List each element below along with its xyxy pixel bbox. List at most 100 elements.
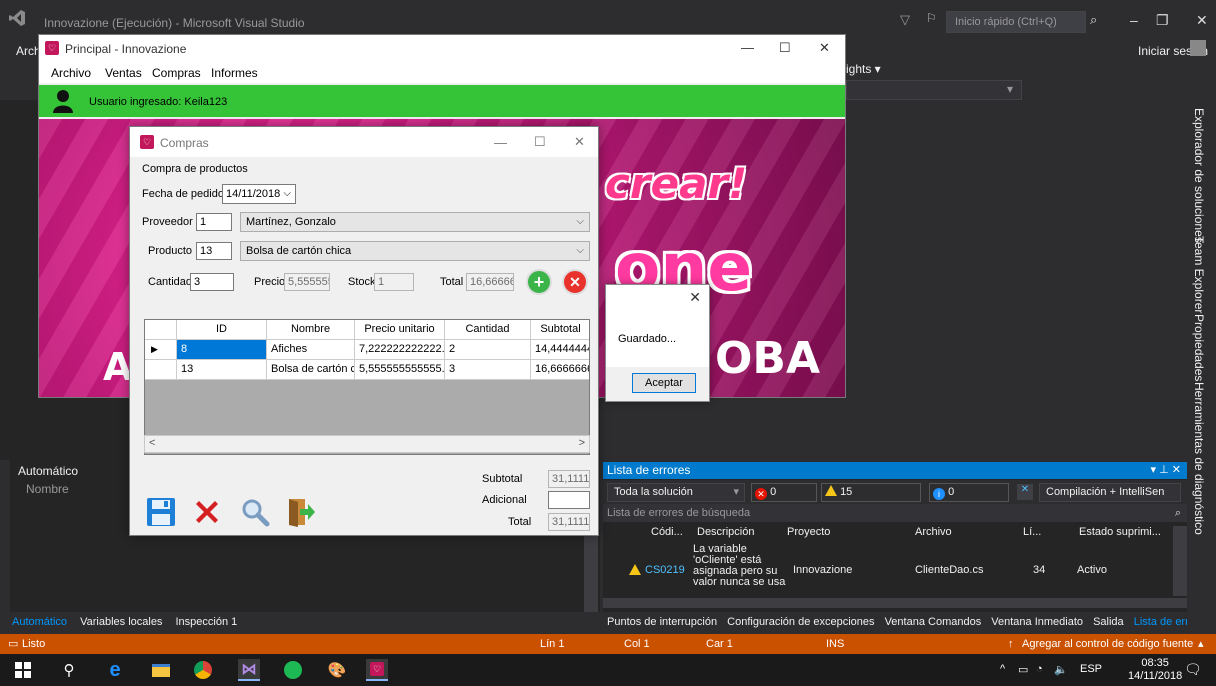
- adicional-input[interactable]: [548, 491, 590, 509]
- close-icon[interactable]: ✕: [689, 289, 701, 306]
- filter-icon[interactable]: ▽: [900, 12, 910, 28]
- tab-solution-explorer[interactable]: Explorador de soluciones: [1192, 108, 1206, 243]
- minimize-icon[interactable]: —: [741, 40, 754, 55]
- cantidad-input[interactable]: 3: [190, 273, 234, 291]
- close-icon[interactable]: ✕: [574, 134, 585, 150]
- battery-icon[interactable]: ▭: [1018, 663, 1028, 676]
- minimize-icon[interactable]: —: [494, 135, 507, 150]
- errors-filter-button[interactable]: ✕ 0 Errores: [751, 483, 817, 515]
- add-item-button[interactable]: +: [526, 269, 552, 295]
- dropdown-icon[interactable]: ▾: [1151, 464, 1157, 476]
- language-indicator[interactable]: ESP: [1080, 663, 1102, 675]
- close-icon[interactable]: ✕: [819, 40, 830, 56]
- tab-exception-settings[interactable]: Configuración de excepciones: [727, 616, 874, 628]
- error-list-search-input[interactable]: Lista de errores de búsqueda ⌕: [603, 504, 1187, 522]
- col-code[interactable]: Códi...: [651, 526, 683, 538]
- close-icon[interactable]: ✕: [1196, 12, 1208, 29]
- col-suppression-state[interactable]: Estado suprimi...: [1079, 526, 1161, 538]
- producto-id-input[interactable]: 13: [196, 242, 232, 260]
- scroll-left-icon[interactable]: <: [149, 437, 155, 449]
- tab-watch-1[interactable]: Inspección 1: [176, 616, 238, 628]
- error-list-panel: Lista de errores ▾ ⊥ ✕ Toda la solución ▾…: [603, 462, 1187, 612]
- tab-output[interactable]: Salida: [1093, 616, 1124, 628]
- paint-icon[interactable]: 🎨: [326, 659, 348, 681]
- tab-properties[interactable]: Propiedades: [1192, 314, 1206, 381]
- proveedor-select[interactable]: Martínez, Gonzalo ⌵: [240, 212, 590, 232]
- chevron-down-icon: ▾: [1006, 82, 1013, 96]
- clear-filter-icon[interactable]: ✕: [1017, 484, 1033, 500]
- error-code-link[interactable]: CS0219: [645, 564, 685, 576]
- cancel-button[interactable]: [190, 495, 224, 529]
- col-file[interactable]: Archivo: [915, 526, 952, 538]
- error-list-hscrollbar[interactable]: [603, 598, 1187, 608]
- warnings-filter-button[interactable]: 15 Advertencias: [821, 483, 921, 515]
- scroll-right-icon[interactable]: >: [579, 437, 585, 449]
- status-char: Car 1: [706, 638, 733, 650]
- grid-col-subtotal[interactable]: Subtotal: [531, 320, 589, 340]
- tab-team-explorer[interactable]: Team Explorer: [1192, 236, 1206, 313]
- tab-breakpoints[interactable]: Puntos de interrupción: [607, 616, 717, 628]
- chevron-up-icon[interactable]: ^: [1000, 663, 1005, 675]
- grid-col-id[interactable]: ID: [177, 320, 267, 340]
- col-project[interactable]: Proyecto: [787, 526, 830, 538]
- tab-error-list[interactable]: Lista de errores: [1134, 616, 1187, 628]
- tab-locals[interactable]: Variables locales: [80, 616, 162, 628]
- menu-archivo[interactable]: Archivo: [51, 66, 91, 80]
- search-icon[interactable]: ⌕: [1090, 12, 1097, 28]
- minimize-icon[interactable]: –: [1130, 12, 1138, 28]
- spotify-icon[interactable]: [282, 659, 304, 681]
- accept-button[interactable]: Aceptar: [632, 373, 696, 393]
- restore-icon[interactable]: ❐: [1156, 12, 1169, 29]
- tab-immediate-window[interactable]: Ventana Inmediato: [991, 616, 1083, 628]
- chevron-up-icon[interactable]: ▴: [1198, 634, 1204, 654]
- close-icon[interactable]: ✕: [1172, 464, 1181, 476]
- menu-informes[interactable]: Informes: [211, 66, 258, 80]
- notifications-icon[interactable]: 🗨: [1184, 661, 1202, 678]
- vs-menu-archivo-fragment[interactable]: Arch: [16, 44, 41, 58]
- quick-launch-input[interactable]: Inicio rápido (Ctrl+Q): [946, 11, 1086, 33]
- search-button[interactable]: [238, 495, 272, 529]
- table-row[interactable]: CS0219 La variable 'oCliente' está asign…: [603, 544, 1173, 594]
- fecha-datepicker[interactable]: 14/11/2018 ⌵: [222, 184, 296, 204]
- innovazione-app-icon[interactable]: ♡: [366, 659, 388, 681]
- taskbar-clock[interactable]: 08:35 14/11/2018: [1128, 657, 1182, 683]
- vs-toolbar-insights-fragment[interactable]: sights ▾: [840, 62, 881, 76]
- scope-select[interactable]: Toda la solución ▾: [607, 483, 745, 502]
- menu-compras[interactable]: Compras: [152, 66, 201, 80]
- tab-command-window[interactable]: Ventana Comandos: [885, 616, 982, 628]
- grid-col-precio[interactable]: Precio unitario: [355, 320, 445, 340]
- account-avatar-icon[interactable]: [1190, 40, 1206, 56]
- menu-ventas[interactable]: Ventas: [105, 66, 142, 80]
- search-icon[interactable]: ⚲: [58, 659, 80, 681]
- proveedor-id-input[interactable]: 1: [196, 213, 232, 231]
- maximize-icon[interactable]: ☐: [779, 40, 791, 56]
- vs-toolbar-combo[interactable]: ▾: [846, 80, 1022, 100]
- wifi-icon[interactable]: ◔: [1036, 663, 1043, 675]
- build-filter-select[interactable]: Compilación + IntelliSen: [1039, 483, 1181, 502]
- col-description[interactable]: Descripción: [697, 526, 754, 538]
- maximize-icon[interactable]: ☐: [534, 134, 546, 150]
- file-explorer-icon[interactable]: [150, 659, 172, 681]
- volume-icon[interactable]: 🔈: [1054, 663, 1068, 676]
- producto-select[interactable]: Bolsa de cartón chica ⌵: [240, 241, 590, 261]
- chrome-icon[interactable]: [192, 659, 214, 681]
- exit-button[interactable]: [284, 495, 318, 529]
- messages-filter-button[interactable]: i 0 Mensajes: [929, 483, 1009, 515]
- pin-icon[interactable]: ⊥: [1159, 464, 1169, 476]
- search-icon[interactable]: ⌕: [1175, 504, 1181, 522]
- save-button[interactable]: [144, 495, 178, 529]
- tab-diagnostic-tools[interactable]: Herramientas de diagnóstico: [1192, 382, 1206, 535]
- visual-studio-icon[interactable]: ⋈: [238, 659, 260, 681]
- edge-browser-icon[interactable]: e: [104, 659, 126, 681]
- error-list-vscrollbar[interactable]: [1173, 526, 1187, 596]
- feedback-icon[interactable]: ⚐: [926, 11, 937, 25]
- grid-col-nombre[interactable]: Nombre: [267, 320, 355, 340]
- remove-item-button[interactable]: ✕: [562, 269, 588, 295]
- windows-start-icon[interactable]: [12, 659, 34, 681]
- source-control-button[interactable]: Agregar al control de código fuente: [1022, 634, 1193, 654]
- grid-col-cantidad[interactable]: Cantidad: [445, 320, 531, 340]
- grid-hscrollbar[interactable]: < >: [144, 435, 590, 453]
- tab-autos[interactable]: Automático: [12, 616, 67, 628]
- autos-column-name[interactable]: Nombre: [26, 482, 69, 496]
- col-line[interactable]: Lí...: [1023, 526, 1041, 538]
